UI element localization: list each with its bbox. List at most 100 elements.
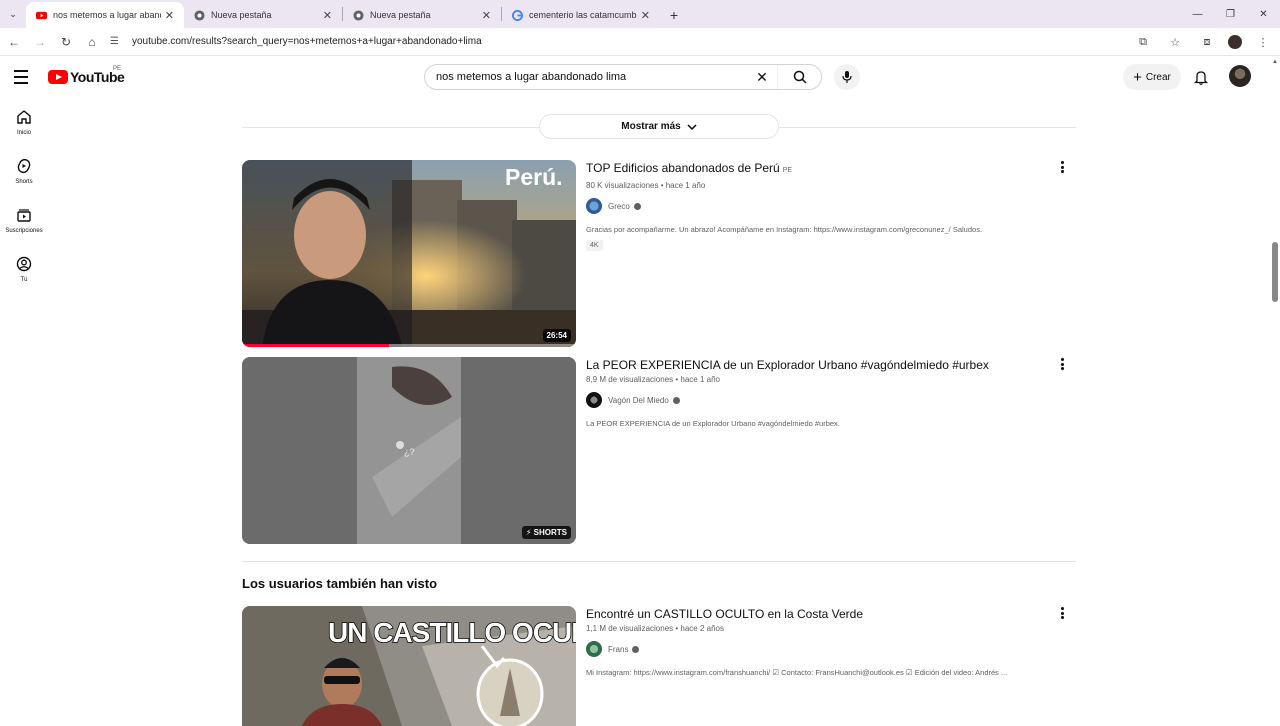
youtube-logo[interactable]: YouTube PE bbox=[48, 66, 125, 85]
clear-search-icon[interactable]: ✕ bbox=[747, 69, 777, 86]
browser-toolbar: ← → ↻ ⌂ ☰ youtube.com/results?search_que… bbox=[0, 28, 1280, 56]
sidebar-item-label: Shorts bbox=[15, 178, 33, 185]
upload-age: hace 1 año bbox=[680, 375, 720, 384]
view-count: 1,1 M de visualizaciones bbox=[586, 624, 674, 633]
show-more-label: Mostrar más bbox=[621, 121, 681, 132]
sidebar-item-label: Suscripciones bbox=[5, 227, 43, 234]
youtube-icon bbox=[36, 11, 47, 19]
address-bar[interactable]: ☰ youtube.com/results?search_query=nos+m… bbox=[110, 31, 1230, 53]
video-description: La PEOR EXPERIENCIA de un Explorador Urb… bbox=[586, 419, 840, 428]
verified-icon bbox=[632, 645, 640, 653]
view-count: 80 K visualizaciones bbox=[586, 181, 659, 190]
close-tab-icon[interactable]: ✕ bbox=[641, 9, 650, 22]
tab-search-chevron-icon[interactable]: ⌄ bbox=[0, 0, 26, 28]
close-window-icon[interactable]: ✕ bbox=[1247, 0, 1280, 28]
plus-icon: + bbox=[1133, 68, 1142, 86]
video-meta: La PEOR EXPERIENCIA de un Explorador Urb… bbox=[586, 357, 1056, 428]
tab-title: nos metemos a lugar abandonad bbox=[53, 10, 161, 20]
sidebar-item-shorts[interactable]: Shorts bbox=[0, 146, 48, 195]
page-scrollbar[interactable]: ▲ bbox=[1270, 57, 1280, 720]
video-meta: TOP Edificios abandonados de Perú PE 80 K… bbox=[586, 160, 1056, 252]
close-tab-icon[interactable]: ✕ bbox=[323, 9, 332, 22]
video-thumbnail[interactable]: Perú. 26:54 bbox=[242, 160, 576, 347]
browser-menu-icon[interactable]: ⋮ bbox=[1252, 31, 1274, 53]
restore-icon[interactable]: ❐ bbox=[1214, 0, 1247, 28]
browser-tab[interactable]: cementerio las catamcumbas - ✕ bbox=[502, 2, 660, 28]
channel-link[interactable]: Vagón Del Miedo bbox=[586, 392, 1056, 408]
search-box: nos metemos a lugar abandonado lima ✕ bbox=[424, 64, 822, 90]
account-avatar[interactable] bbox=[1229, 65, 1251, 87]
browser-tab[interactable]: nos metemos a lugar abandonad ✕ bbox=[26, 2, 184, 28]
video-title[interactable]: TOP Edificios abandonados de Perú PE bbox=[586, 160, 1056, 179]
upload-age: hace 2 años bbox=[680, 624, 724, 633]
close-tab-icon[interactable]: ✕ bbox=[482, 9, 491, 22]
install-app-icon[interactable]: ⧉ bbox=[1132, 31, 1154, 53]
menu-icon[interactable] bbox=[14, 67, 34, 87]
scroll-up-icon[interactable]: ▲ bbox=[1272, 59, 1278, 65]
browser-tab[interactable]: Nueva pestaña ✕ bbox=[343, 2, 501, 28]
search-button[interactable] bbox=[777, 65, 821, 89]
bell-icon bbox=[1194, 70, 1208, 85]
microphone-icon bbox=[842, 71, 852, 83]
shorts-icon bbox=[17, 158, 31, 173]
sidebar-item-label: Tú bbox=[20, 276, 28, 283]
video-result[interactable]: Perú. 26:54 TOP Edificios abandonados de… bbox=[242, 160, 1076, 347]
video-result[interactable]: UN CASTILLO OCULTO Encontré un CASTILLO … bbox=[242, 606, 1076, 726]
home-icon[interactable]: ⌂ bbox=[80, 30, 104, 54]
create-label: Crear bbox=[1145, 71, 1171, 83]
back-icon[interactable]: ← bbox=[2, 30, 26, 54]
create-button[interactable]: + Crear bbox=[1123, 64, 1181, 90]
related-section-title: Los usuarios también han visto bbox=[242, 576, 438, 591]
channel-name: Vagón Del Miedo bbox=[608, 395, 669, 405]
video-title[interactable]: Encontré un CASTILLO OCULTO en la Costa … bbox=[586, 606, 1056, 622]
reload-icon[interactable]: ↻ bbox=[54, 30, 78, 54]
show-more-button[interactable]: Mostrar más bbox=[539, 114, 779, 139]
more-actions-icon[interactable] bbox=[1052, 606, 1072, 620]
subscriptions-icon bbox=[17, 208, 31, 222]
search-input[interactable]: nos metemos a lugar abandonado lima bbox=[425, 71, 747, 83]
channel-link[interactable]: Frans bbox=[586, 641, 1056, 657]
browser-tab-bar: ⌄ nos metemos a lugar abandonad ✕ Nueva … bbox=[0, 0, 1280, 28]
view-count: 8,9 M de visualizaciones bbox=[586, 375, 674, 384]
video-title[interactable]: La PEOR EXPERIENCIA de un Explorador Urb… bbox=[586, 357, 1056, 373]
sidebar-item-you[interactable]: Tú bbox=[0, 244, 48, 293]
forward-icon[interactable]: → bbox=[28, 30, 52, 54]
verified-icon bbox=[672, 396, 680, 404]
badge-text: SHORTS bbox=[533, 528, 567, 537]
thumbnail-image: Perú. bbox=[242, 160, 576, 347]
channel-avatar bbox=[586, 641, 602, 657]
video-title-text: TOP Edificios abandonados de Perú bbox=[586, 161, 780, 175]
upload-age: hace 1 año bbox=[665, 181, 706, 190]
more-actions-icon[interactable] bbox=[1052, 160, 1072, 174]
browser-tab[interactable]: Nueva pestaña ✕ bbox=[184, 2, 342, 28]
extensions-icon[interactable]: ⧈ bbox=[1196, 31, 1218, 53]
video-description: Mi Instagram: https://www.instagram.com/… bbox=[586, 668, 1008, 677]
thumbnail-text: UN CASTILLO OCULTO bbox=[328, 617, 576, 648]
video-stats: 1,1 M de visualizaciones • hace 2 años bbox=[586, 624, 724, 633]
video-stats: 8,9 M de visualizaciones • hace 1 año bbox=[586, 375, 720, 384]
close-tab-icon[interactable]: ✕ bbox=[165, 9, 174, 22]
channel-link[interactable]: Greco bbox=[586, 198, 1056, 214]
window-controls: — ❐ ✕ bbox=[1181, 0, 1280, 28]
svg-text:¿?: ¿? bbox=[404, 447, 415, 457]
new-tab-button[interactable]: + bbox=[660, 2, 688, 28]
channel-avatar bbox=[586, 198, 602, 214]
watch-progress-fill bbox=[242, 344, 389, 347]
sidebar-item-home[interactable]: Inicio bbox=[0, 97, 48, 146]
video-thumbnail[interactable]: ¿? ⚡ SHORTS bbox=[242, 357, 576, 544]
video-stats: 80 K visualizaciones • hace 1 año bbox=[586, 181, 706, 190]
minimize-icon[interactable]: — bbox=[1181, 0, 1214, 28]
site-info-icon[interactable]: ☰ bbox=[110, 36, 124, 47]
section-divider bbox=[242, 561, 1076, 562]
scrollbar-thumb[interactable] bbox=[1272, 242, 1278, 302]
more-actions-icon[interactable] bbox=[1052, 357, 1072, 371]
video-thumbnail[interactable]: UN CASTILLO OCULTO bbox=[242, 606, 576, 726]
video-result[interactable]: ¿? ⚡ SHORTS La PEOR EXPERIENCIA de un Ex… bbox=[242, 357, 1076, 544]
voice-search-button[interactable] bbox=[834, 64, 860, 90]
duration-badge: 26:54 bbox=[542, 329, 571, 342]
bookmark-star-icon[interactable]: ☆ bbox=[1164, 31, 1186, 53]
sidebar-item-subscriptions[interactable]: Suscripciones bbox=[0, 195, 48, 244]
notifications-button[interactable] bbox=[1190, 66, 1212, 88]
sidebar-item-label: Inicio bbox=[16, 129, 31, 136]
profile-avatar[interactable] bbox=[1228, 35, 1242, 49]
